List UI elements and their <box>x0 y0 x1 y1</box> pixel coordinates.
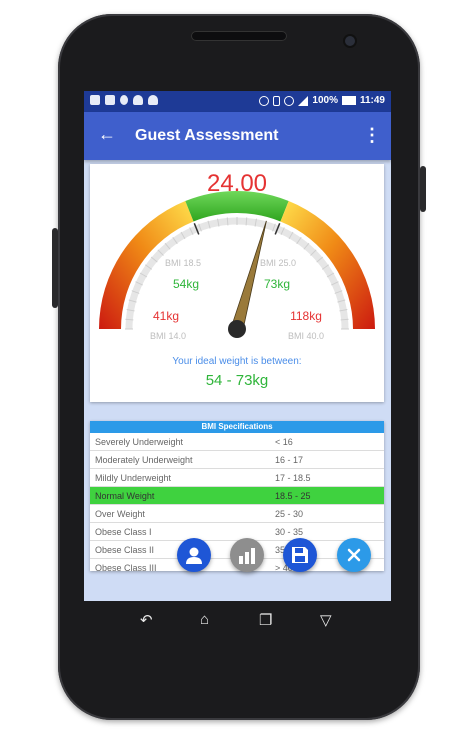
gauge-arc-normal <box>185 191 289 222</box>
navigation-bar: ↶ ⌂ ❐ ▽ <box>84 601 391 641</box>
battery-percent: 100% <box>312 95 338 106</box>
bmi-range: 30 - 35 <box>275 527 304 537</box>
table-row: Obese Class I 30 - 35 <box>90 523 384 541</box>
alarm-icon <box>259 95 270 106</box>
bmi-category: Mildly Underweight <box>95 473 172 483</box>
user-icon <box>186 547 202 564</box>
ideal-weight-range: 54 - 73kg <box>205 372 269 389</box>
wifi-icon <box>284 95 295 106</box>
table-row: Severely Underweight < 16 <box>90 433 384 451</box>
table-row: Moderately Underweight 16 - 17 <box>90 451 384 469</box>
power-button <box>420 166 426 212</box>
save-button[interactable] <box>283 538 317 572</box>
battery-icon <box>341 96 356 105</box>
gauge-tick <box>340 318 349 321</box>
volume-button <box>52 228 58 308</box>
notification-pull-icon[interactable]: ▽ <box>320 611 332 629</box>
close-button[interactable] <box>337 538 371 572</box>
overflow-menu-icon[interactable]: ⋮ <box>363 125 381 146</box>
table-row: Mildly Underweight 17 - 18.5 <box>90 469 384 487</box>
bmi-category: Over Weight <box>95 509 145 519</box>
back-icon[interactable]: ↶ <box>140 611 153 629</box>
gauge-needle <box>230 220 267 332</box>
android-icon <box>148 95 158 105</box>
gauge-tick <box>125 318 134 321</box>
bmi-category: Obese Class III <box>95 563 157 571</box>
bmi-range: 16 - 17 <box>275 455 304 465</box>
label-kg-high: 73kg <box>264 277 290 291</box>
gauge-tick <box>226 217 229 226</box>
bmi-range: 18.5 - 25 <box>275 491 311 501</box>
table-row: Normal Weight 18.5 - 25 <box>90 487 384 505</box>
gauge-tick <box>245 217 248 226</box>
bmi-range: < 16 <box>275 437 293 447</box>
bmi-category: Normal Weight <box>95 491 155 501</box>
bmi-category: Severely Underweight <box>95 437 184 447</box>
label-bmi-min: BMI 14.0 <box>150 331 186 341</box>
chart-button[interactable] <box>230 538 264 572</box>
close-icon <box>347 548 361 562</box>
screen: 100% 11:49 ← Guest Assessment ⋮ 24.00 BM… <box>84 91 391 601</box>
earpiece-speaker <box>191 31 287 41</box>
notification-icon <box>105 95 115 105</box>
label-bmi-max: BMI 40.0 <box>288 331 324 341</box>
vibrate-icon <box>273 95 281 106</box>
bmi-range: 25 - 30 <box>275 509 304 519</box>
label-bmi-high: BMI 25.0 <box>260 258 296 268</box>
android-icon <box>133 95 143 105</box>
clock: 11:49 <box>359 95 385 106</box>
gauge-needle-hub <box>228 320 246 338</box>
table-header: BMI Specifications <box>90 421 384 433</box>
table-row: Over Weight 25 - 30 <box>90 505 384 523</box>
home-icon[interactable]: ⌂ <box>200 611 209 628</box>
ideal-weight-label: Your ideal weight is between: <box>172 356 302 367</box>
usb-icon <box>120 95 128 105</box>
back-arrow-icon[interactable]: ← <box>98 124 116 145</box>
page-title: Guest Assessment <box>135 127 279 144</box>
notification-icon <box>90 95 100 105</box>
signal-icon <box>298 95 309 106</box>
bmi-category: Moderately Underweight <box>95 455 193 465</box>
front-camera <box>345 36 355 46</box>
label-kg-min: 41kg <box>153 309 179 323</box>
bmi-gauge-card: 24.00 BMI 18.5 BMI 25.0 54kg 73kg 41kg 1… <box>90 164 384 402</box>
label-kg-max: 118kg <box>290 309 322 323</box>
save-icon <box>292 547 308 563</box>
bmi-category: Obese Class II <box>95 545 155 555</box>
label-bmi-low: BMI 18.5 <box>165 258 201 268</box>
app-bar: ← Guest Assessment ⋮ <box>84 112 391 160</box>
bar-chart-icon <box>239 548 255 564</box>
bmi-category: Obese Class I <box>95 527 152 537</box>
status-bar: 100% 11:49 <box>84 91 391 112</box>
label-kg-low: 54kg <box>173 277 199 291</box>
recent-apps-icon[interactable]: ❐ <box>259 611 272 629</box>
user-button[interactable] <box>177 538 211 572</box>
bmi-range: 17 - 18.5 <box>275 473 311 483</box>
